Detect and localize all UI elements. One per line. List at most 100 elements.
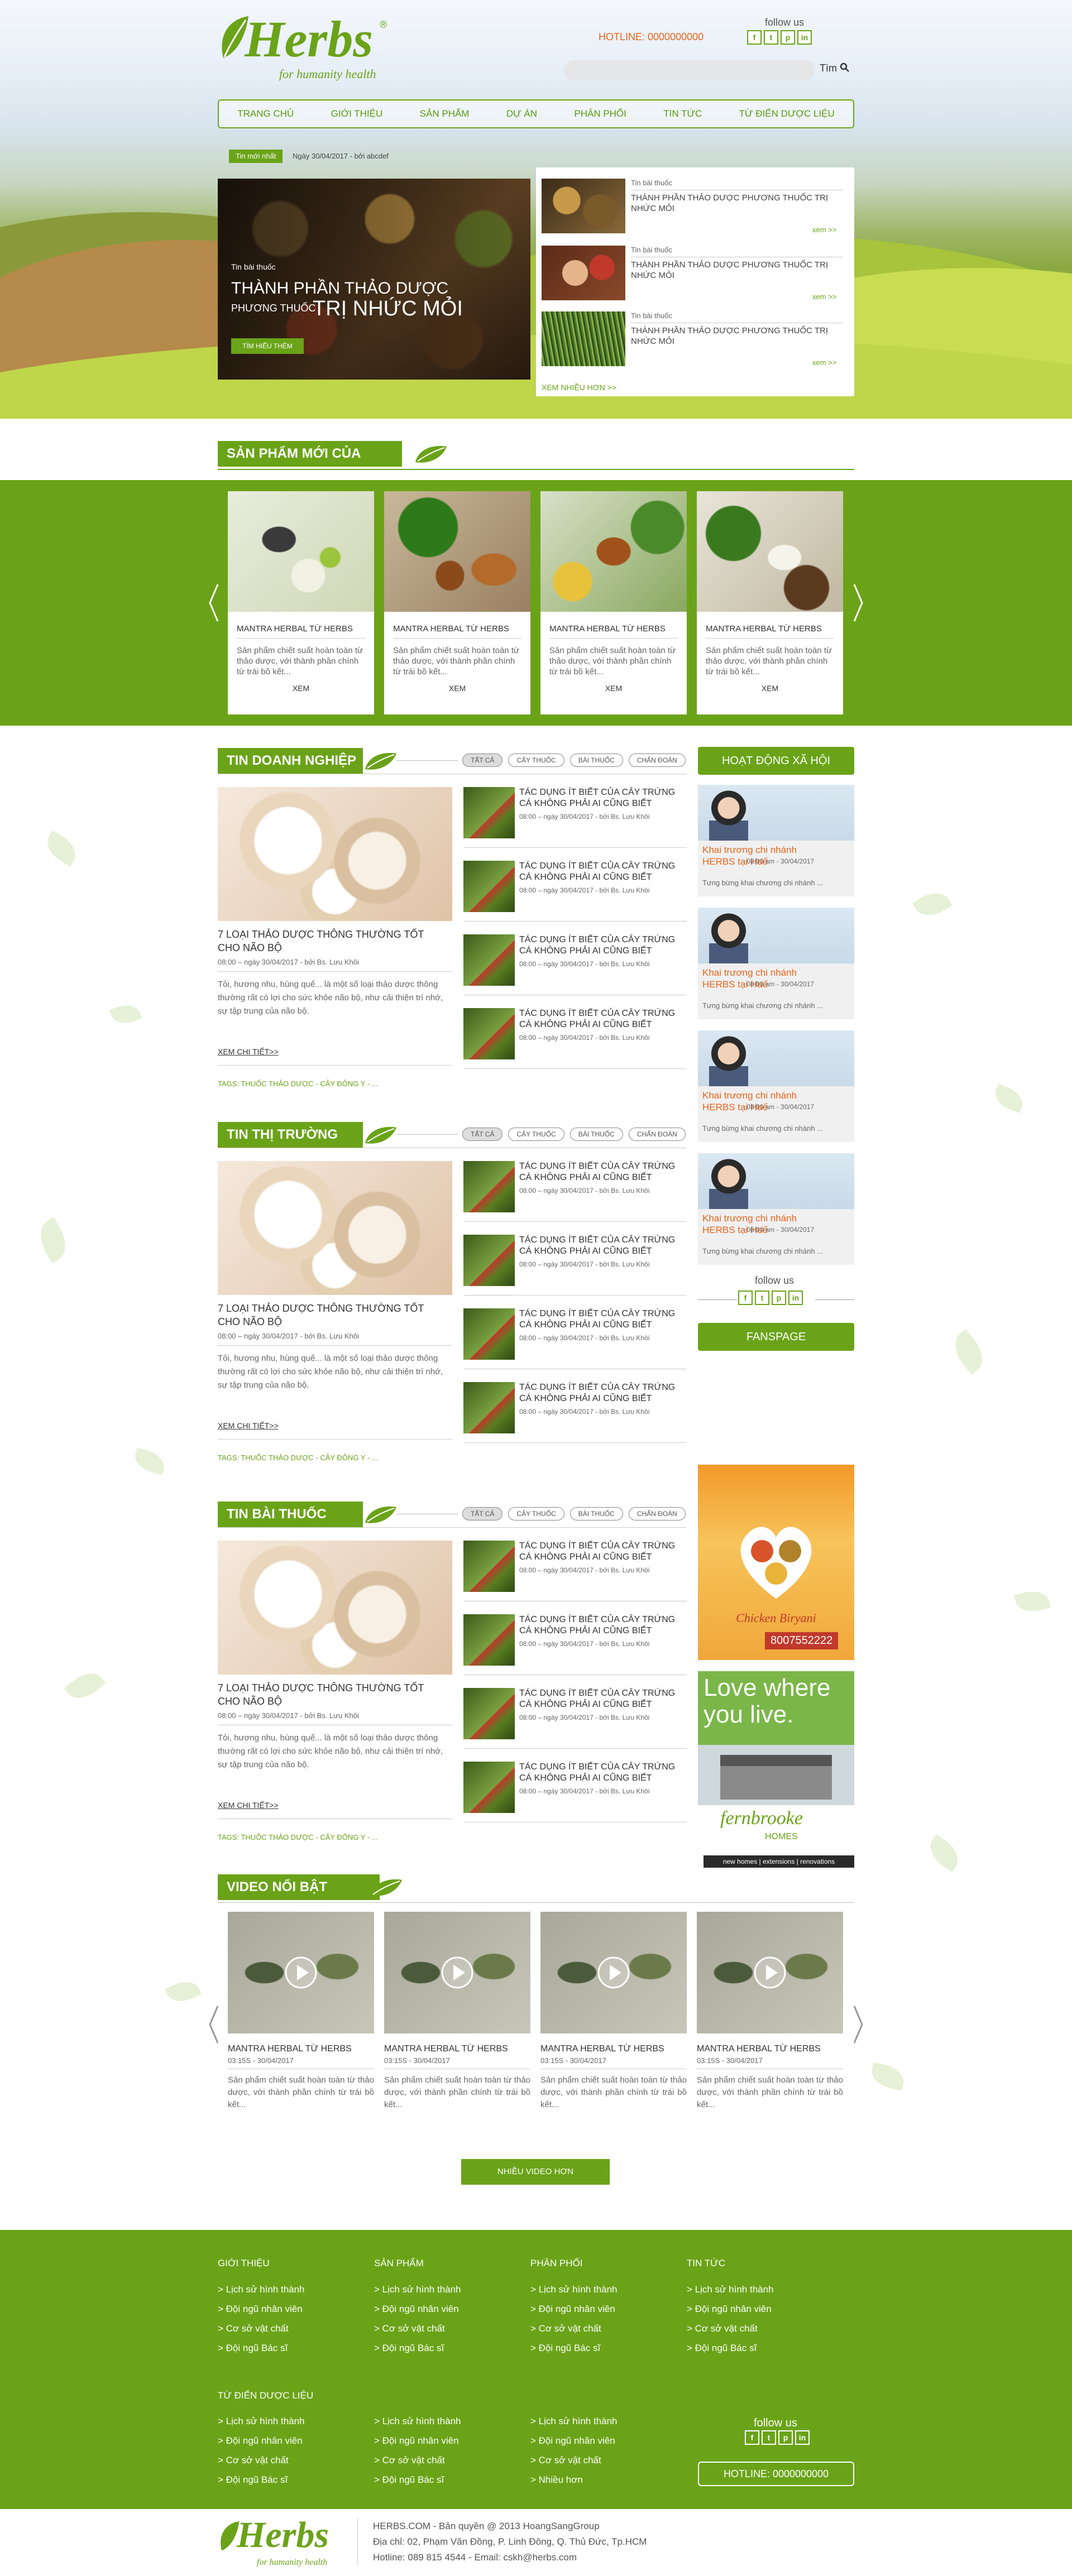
logo[interactable]: Herbs ® for humanity health (218, 11, 402, 84)
main-article-title[interactable]: 7 LOẠI THẢO DƯỢC THÔNG THƯỜNG TỐT CHO NÃ… (218, 1302, 441, 1328)
filter-diagnosis[interactable]: CHẨN ĐOÁN (628, 1128, 686, 1141)
footer-link[interactable]: > Đội ngũ nhân viên (218, 2304, 303, 2315)
play-icon[interactable] (284, 1956, 318, 1989)
footer-link[interactable]: > Đội ngũ Bác sĩ (374, 2474, 444, 2486)
footer-link[interactable]: > Đội ngũ nhân viên (530, 2304, 615, 2315)
filter-all[interactable]: TẤT CẢ (462, 1128, 503, 1141)
small-news-title[interactable]: TÁC DỤNG ÍT BIẾT CỦA CÂY TRỨNG CÁ KHÔNG … (519, 1614, 687, 1637)
linkedin-icon[interactable]: in (788, 1291, 803, 1305)
filter-diagnosis[interactable]: CHẨN ĐOÁN (628, 1507, 686, 1520)
carousel-next-icon[interactable] (852, 583, 864, 622)
footer-link[interactable]: > Đội ngũ Bác sĩ (530, 2343, 600, 2354)
nav-about[interactable]: GIỚI THIỆU (331, 108, 383, 119)
fanspage-button[interactable]: FANSPAGE (698, 1323, 854, 1351)
facebook-icon[interactable]: f (747, 30, 762, 45)
small-news-title[interactable]: TÁC DỤNG ÍT BIẾT CỦA CÂY TRỨNG CÁ KHÔNG … (519, 1762, 687, 1784)
small-news-thumb[interactable] (463, 1762, 515, 1813)
linkedin-icon[interactable]: in (795, 2430, 810, 2445)
small-news-title[interactable]: TÁC DỤNG ÍT BIẾT CỦA CÂY TRỨNG CÁ KHÔNG … (519, 934, 687, 957)
small-news-thumb[interactable] (463, 1614, 515, 1666)
pinterest-icon[interactable]: p (772, 1291, 786, 1305)
small-news-title[interactable]: TÁC DỤNG ÍT BIẾT CỦA CÂY TRỨNG CÁ KHÔNG … (519, 1688, 687, 1710)
carousel-prev-icon[interactable] (208, 583, 220, 622)
footer-link[interactable]: > Lịch sử hình thành (687, 2284, 774, 2295)
product-view-button[interactable]: XEM (697, 684, 843, 693)
footer-link[interactable]: > Lịch sử hình thành (374, 2416, 461, 2427)
article-tags[interactable]: TAGS: THUỐC THẢO DƯỢC - CÂY ĐÔNG Y - ... (218, 1080, 378, 1088)
side-news-more[interactable]: xem >> (812, 358, 836, 367)
footer-logo[interactable]: Herbs for humanity health (218, 2515, 357, 2569)
video-title[interactable]: MANTRA HERBAL TỪ HERBS (384, 2044, 508, 2054)
main-article-more[interactable]: XEM CHI TIẾT>> (218, 1047, 279, 1056)
filter-herbs[interactable]: CÂY THUỐC (508, 1128, 564, 1141)
small-news-thumb[interactable] (463, 787, 515, 838)
filter-herbs[interactable]: CÂY THUỐC (508, 1507, 564, 1520)
pinterest-icon[interactable]: p (778, 2430, 793, 2445)
side-news-more[interactable]: xem >> (812, 226, 836, 234)
main-article-more[interactable]: XEM CHI TIẾT>> (218, 1421, 279, 1430)
small-news-thumb[interactable] (463, 934, 515, 986)
ad-banner-homes[interactable]: Love where you live. fernbrooke HOMES ne… (698, 1671, 854, 1869)
side-news-more[interactable]: xem >> (812, 292, 836, 301)
video-title[interactable]: MANTRA HERBAL TỪ HERBS (540, 2044, 664, 2054)
facebook-icon[interactable]: f (738, 1291, 753, 1305)
product-view-button[interactable]: XEM (228, 684, 374, 693)
small-news-thumb[interactable] (463, 861, 515, 912)
video-next-icon[interactable] (852, 2005, 864, 2044)
activity-image[interactable] (698, 785, 854, 841)
video-title[interactable]: MANTRA HERBAL TỪ HERBS (228, 2044, 352, 2054)
small-news-thumb[interactable] (463, 1235, 515, 1286)
video-thumb[interactable] (384, 1912, 530, 2033)
nav-projects[interactable]: DỰ ÁN (506, 108, 537, 119)
filter-herbs[interactable]: CÂY THUỐC (508, 754, 564, 767)
activity-image[interactable] (698, 908, 854, 963)
nav-dictionary[interactable]: TỪ ĐIỂN DƯỢC LIỆU (739, 108, 835, 119)
footer-link[interactable]: > Cơ sở vật chất (218, 2323, 289, 2334)
main-article-title[interactable]: 7 LOẠI THẢO DƯỢC THÔNG THƯỜNG TỐT CHO NÃ… (218, 1681, 441, 1708)
side-news-thumb[interactable] (542, 179, 625, 233)
product-card[interactable]: MANTRA HERBAL TỪ HERBS Sản phẩm chiết su… (384, 491, 530, 714)
filter-all[interactable]: TẤT CẢ (462, 754, 503, 767)
footer-link[interactable]: > Cơ sở vật chất (218, 2455, 289, 2466)
nav-distribution[interactable]: PHÂN PHỐI (574, 108, 626, 119)
footer-link[interactable]: > Nhiều hơn (530, 2474, 583, 2486)
footer-link[interactable]: > Đội ngũ nhân viên (218, 2435, 303, 2447)
footer-link[interactable]: > Đội ngũ nhân viên (687, 2304, 772, 2315)
product-card[interactable]: MANTRA HERBAL TỪ HERBS Sản phẩm chiết su… (697, 491, 843, 714)
activity-image[interactable] (698, 1030, 854, 1086)
ad-banner-food[interactable]: Chicken Biryani 8007552222 (698, 1465, 854, 1660)
side-news-title[interactable]: THÀNH PHẦN THẢO DƯỢC PHƯƠNG THUỐC TRỊ NH… (631, 257, 843, 281)
product-view-button[interactable]: XEM (540, 684, 687, 693)
more-videos-button[interactable]: NHIỀU VIDEO HƠN (461, 2159, 610, 2185)
small-news-thumb[interactable] (463, 1541, 515, 1592)
filter-remedies[interactable]: BÀI THUỐC (570, 1128, 623, 1141)
small-news-thumb[interactable] (463, 1688, 515, 1739)
footer-link[interactable]: > Cơ sở vật chất (687, 2323, 758, 2334)
small-news-thumb[interactable] (463, 1161, 515, 1212)
footer-link[interactable]: > Cơ sở vật chất (374, 2455, 445, 2466)
small-news-title[interactable]: TÁC DỤNG ÍT BIẾT CỦA CÂY TRỨNG CÁ KHÔNG … (519, 1235, 687, 1257)
footer-link[interactable]: > Cơ sở vật chất (374, 2323, 445, 2334)
linkedin-icon[interactable]: in (797, 30, 812, 45)
footer-link[interactable]: > Đội ngũ Bác sĩ (218, 2474, 288, 2486)
small-news-thumb[interactable] (463, 1382, 515, 1433)
footer-link[interactable]: > Lịch sử hình thành (218, 2416, 305, 2427)
activity-image[interactable] (698, 1153, 854, 1209)
twitter-icon[interactable]: t (755, 1291, 769, 1305)
video-thumb[interactable] (540, 1912, 687, 2033)
video-prev-icon[interactable] (208, 2005, 220, 2044)
filter-diagnosis[interactable]: CHẨN ĐOÁN (628, 754, 686, 767)
nav-home[interactable]: TRANG CHỦ (237, 108, 294, 119)
facebook-icon[interactable]: f (745, 2430, 759, 2445)
footer-link[interactable]: > Lịch sử hình thành (530, 2284, 618, 2295)
small-news-title[interactable]: TÁC DỤNG ÍT BIẾT CỦA CÂY TRỨNG CÁ KHÔNG … (519, 1161, 687, 1183)
filter-all[interactable]: TẤT CẢ (462, 1507, 503, 1520)
play-icon[interactable] (753, 1956, 787, 1989)
small-news-thumb[interactable] (463, 1008, 515, 1059)
twitter-icon[interactable]: t (764, 30, 778, 45)
learn-more-button[interactable]: TÌM HIỂU THÊM (231, 338, 304, 354)
featured-article[interactable]: Tin bài thuốc THÀNH PHẦN THẢO DƯỢC PHƯƠN… (218, 179, 530, 380)
main-article-image[interactable] (218, 1541, 452, 1675)
footer-link[interactable]: > Đội ngũ nhân viên (530, 2435, 615, 2447)
ticker-text[interactable]: Ngày 30/04/2017 - bởi abcdef (293, 152, 389, 160)
